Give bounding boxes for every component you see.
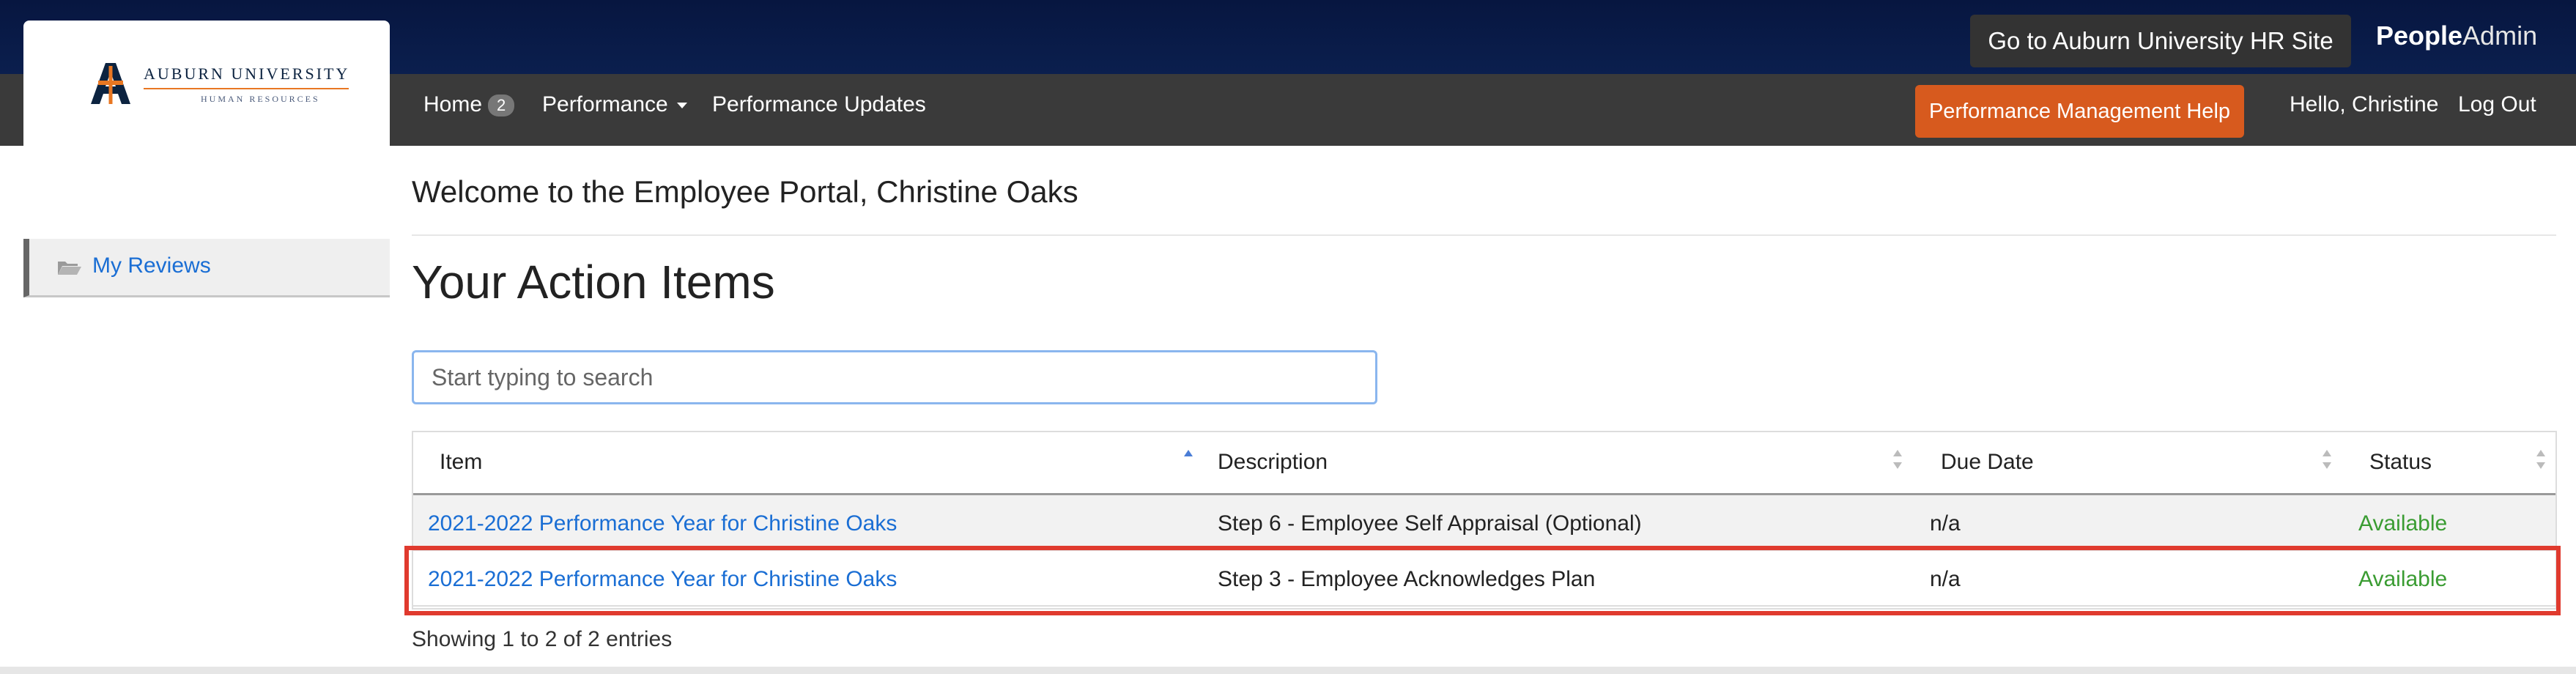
nav-performance-label: Performance: [542, 92, 668, 116]
logo-divider: [144, 88, 349, 89]
page-title: Your Action Items: [412, 256, 775, 308]
sort-icon[interactable]: [1893, 450, 1902, 472]
hr-site-button[interactable]: Go to Auburn University HR Site: [1970, 15, 2351, 67]
home-count-badge: 2: [488, 95, 515, 117]
status-badge: Available: [2358, 567, 2448, 591]
nav-performance-updates[interactable]: Performance Updates: [712, 92, 926, 117]
sort-ascending-icon[interactable]: [1184, 450, 1193, 472]
university-name: AUBURN UNIVERSITY: [144, 64, 350, 83]
row-description: Step 3 - Employee Acknowledges Plan: [1218, 567, 1596, 591]
peopleadmin-logo-light: Admin: [2462, 21, 2538, 51]
table-row: 2021-2022 Performance Year for Christine…: [413, 495, 2555, 551]
review-link[interactable]: 2021-2022 Performance Year for Christine…: [428, 511, 897, 536]
column-header-due-date[interactable]: Due Date: [1941, 450, 2034, 475]
status-badge: Available: [2358, 511, 2448, 536]
divider: [412, 234, 2556, 236]
caret-down-icon: [676, 103, 687, 109]
peopleadmin-logo[interactable]: PeopleAdmin: [2376, 21, 2537, 51]
review-link[interactable]: 2021-2022 Performance Year for Christine…: [428, 567, 897, 592]
sort-icon[interactable]: [2536, 450, 2545, 472]
nav-home-label: Home: [423, 92, 483, 116]
column-header-description[interactable]: Description: [1218, 450, 1328, 475]
bottom-strip: [0, 667, 2576, 674]
row-due-date: n/a: [1930, 567, 1961, 591]
user-greeting[interactable]: Hello, Christine: [2290, 92, 2438, 117]
column-header-status[interactable]: Status: [2369, 450, 2432, 475]
auburn-au-logo-icon: [91, 63, 130, 104]
nav-performance-dropdown[interactable]: Performance: [542, 92, 687, 117]
performance-help-button[interactable]: Performance Management Help: [1915, 85, 2244, 138]
welcome-heading: Welcome to the Employee Portal, Christin…: [412, 174, 1078, 209]
peopleadmin-logo-bold: People: [2376, 21, 2463, 51]
row-due-date: n/a: [1930, 511, 1961, 536]
search-input[interactable]: [412, 350, 1377, 404]
sidebar-item-label: My Reviews: [92, 253, 211, 278]
sort-icon[interactable]: [2323, 450, 2331, 472]
table-info: Showing 1 to 2 of 2 entries: [412, 627, 673, 651]
action-items-table: Item Description Due Date Status 2021-20…: [412, 431, 2557, 610]
column-header-item[interactable]: Item: [440, 450, 482, 475]
logout-link[interactable]: Log Out: [2458, 92, 2536, 117]
folder-open-icon: [58, 262, 81, 275]
table-row: 2021-2022 Performance Year for Christine…: [413, 551, 2555, 607]
sidebar-item-my-reviews[interactable]: My Reviews: [23, 239, 390, 297]
department-name: HUMAN RESOURCES: [201, 94, 320, 104]
auburn-logo[interactable]: AUBURN UNIVERSITY HUMAN RESOURCES: [23, 21, 390, 148]
nav-home[interactable]: Home 2: [423, 92, 515, 117]
table-header: Item Description Due Date Status: [413, 432, 2555, 495]
left-column: [0, 146, 390, 674]
row-description: Step 6 - Employee Self Appraisal (Option…: [1218, 511, 1642, 536]
